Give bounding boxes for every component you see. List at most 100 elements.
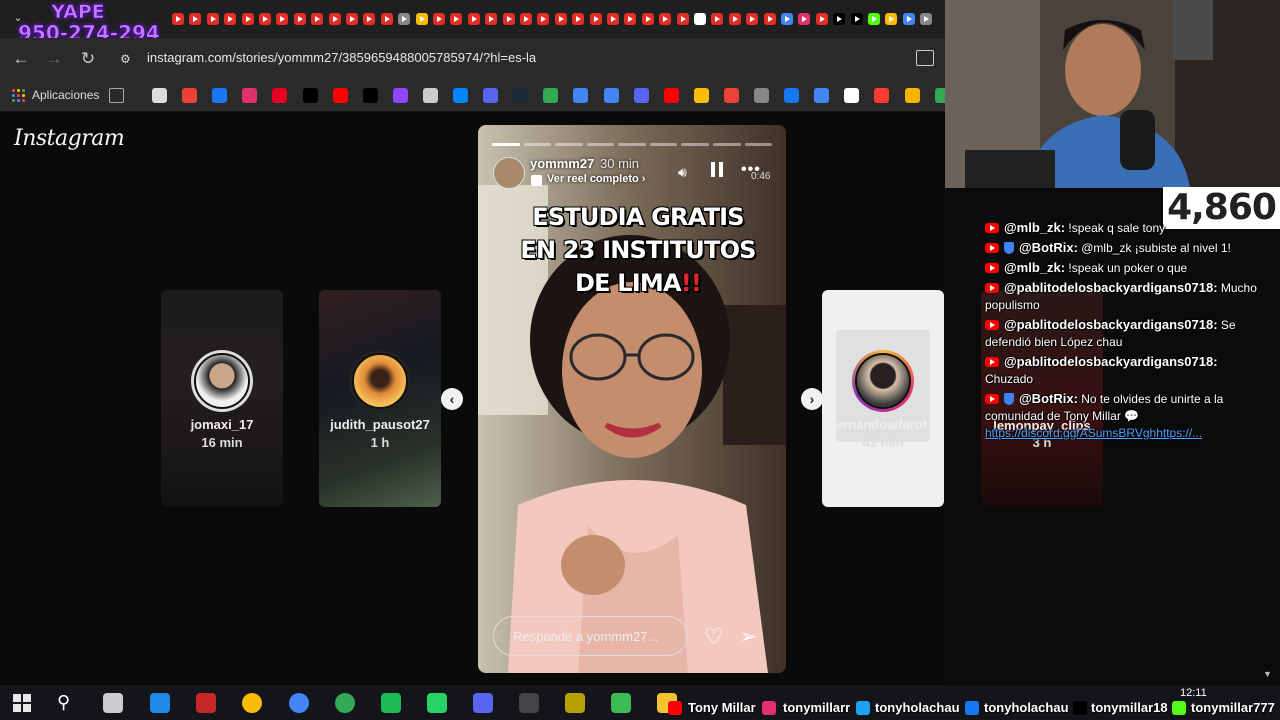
browser-tab[interactable] (833, 13, 846, 25)
browser-tab[interactable] (763, 13, 776, 25)
reload-icon[interactable]: ↻ (78, 49, 98, 69)
browser-tab[interactable] (554, 13, 567, 25)
browser-tab[interactable] (189, 13, 202, 25)
browser-tab[interactable] (728, 13, 741, 25)
browser-tab[interactable] (676, 13, 689, 25)
chrome-profile-icon[interactable] (335, 693, 355, 713)
obs-icon[interactable] (519, 693, 539, 713)
browser-tab[interactable] (398, 13, 411, 25)
bookmark-icon[interactable] (844, 88, 860, 103)
browser-tab[interactable] (172, 13, 184, 25)
browser-tab[interactable] (485, 13, 498, 25)
bookmark-icon[interactable] (874, 88, 890, 103)
browser-tab[interactable] (241, 13, 254, 25)
bookmark-icon[interactable] (272, 88, 288, 103)
browser-tab[interactable] (537, 13, 550, 25)
browser-tab[interactable] (415, 13, 428, 25)
browser-tab[interactable] (885, 13, 898, 25)
bookmark-icon[interactable] (513, 88, 529, 103)
site-info-icon[interactable]: ⚙ (120, 51, 136, 67)
previous-story-button[interactable]: ‹ (441, 388, 463, 410)
bookmark-icon[interactable] (633, 88, 649, 103)
browser-tab[interactable] (467, 13, 480, 25)
capture-app-icon[interactable] (196, 693, 216, 713)
bookmark-icon[interactable] (212, 88, 228, 103)
browser-tab[interactable] (206, 13, 219, 25)
bookmark-icon[interactable] (242, 88, 258, 103)
whatsapp-icon[interactable] (427, 693, 447, 713)
browser-tab[interactable] (346, 13, 358, 25)
bookmark-icon[interactable] (603, 88, 619, 103)
side-story-card-2[interactable]: judith_pausot27 1 h (319, 290, 441, 507)
browser-tab[interactable] (694, 13, 706, 25)
instagram-logo[interactable]: Instagram (14, 126, 125, 151)
task-view-icon[interactable] (103, 693, 123, 713)
apps-grid-icon[interactable] (12, 89, 25, 102)
browser-tab[interactable] (363, 13, 376, 25)
tab-groups-icon[interactable] (109, 88, 124, 103)
bookmark-icon[interactable] (754, 88, 769, 103)
app-icon[interactable] (565, 693, 585, 713)
bookmark-icon[interactable] (182, 88, 198, 103)
back-icon[interactable]: ← (11, 49, 31, 69)
browser-tab[interactable] (868, 13, 880, 25)
media-app-icon[interactable] (150, 693, 170, 713)
bookmark-icon[interactable] (422, 88, 438, 103)
bookmark-icon[interactable] (543, 88, 559, 103)
bookmark-icon[interactable] (392, 88, 408, 103)
bookmark-icon[interactable] (693, 88, 709, 103)
browser-tab[interactable] (380, 13, 393, 25)
bookmark-icon[interactable] (573, 88, 589, 103)
bookmark-icon[interactable] (663, 88, 679, 103)
view-full-reel-link[interactable]: Ver reel completo › (547, 173, 645, 185)
browser-tab[interactable] (781, 13, 793, 25)
bookmark-icon[interactable] (152, 88, 167, 103)
bookmark-icon[interactable] (453, 88, 468, 103)
bookmark-icon[interactable] (302, 88, 318, 103)
app-icon[interactable] (611, 693, 631, 713)
chrome-icon[interactable] (242, 693, 262, 713)
avatar[interactable] (493, 157, 525, 189)
browser-tab[interactable] (746, 13, 759, 25)
spotify-icon[interactable] (381, 693, 401, 713)
browser-tab[interactable] (572, 13, 585, 25)
browser-tab[interactable] (607, 13, 619, 25)
bookmark-icon[interactable] (784, 88, 800, 103)
next-story-button[interactable]: › (801, 388, 823, 410)
browser-tab[interactable] (311, 13, 324, 25)
chrome-profile-icon[interactable] (289, 693, 309, 713)
bookmark-icon[interactable] (904, 88, 920, 103)
browser-tab[interactable] (850, 13, 863, 25)
reply-placeholder[interactable]: Responde a yommm27... (513, 629, 658, 644)
scroll-down-icon[interactable]: ▼ (1263, 669, 1272, 679)
browser-tab[interactable] (502, 13, 515, 25)
browser-tab[interactable] (293, 13, 306, 25)
browser-tab[interactable] (450, 13, 463, 25)
browser-tab[interactable] (659, 13, 672, 25)
browser-tab[interactable] (815, 13, 828, 25)
reply-input[interactable]: Responde a yommm27... (493, 616, 688, 656)
browser-tab[interactable] (798, 13, 811, 25)
browser-tab[interactable] (902, 13, 915, 25)
start-icon[interactable] (13, 694, 31, 712)
apps-label[interactable]: Aplicaciones (32, 88, 99, 102)
install-app-icon[interactable] (916, 50, 934, 66)
browser-tab[interactable] (224, 13, 237, 25)
discord-icon[interactable] (473, 693, 493, 713)
side-story-card-1[interactable]: jomaxi_17 16 min (161, 290, 283, 507)
search-icon[interactable]: ⚲ (57, 692, 70, 713)
url-text[interactable]: instagram.com/stories/yommm27/3859659488… (147, 50, 536, 65)
browser-tab[interactable] (276, 13, 289, 25)
browser-tab[interactable] (520, 13, 532, 25)
browser-tab[interactable] (641, 13, 654, 25)
story-username[interactable]: yommm27 (530, 156, 594, 171)
browser-tab[interactable] (711, 13, 724, 25)
url-field[interactable]: ⚙ instagram.com/stories/yommm27/38596594… (112, 44, 938, 74)
browser-tab[interactable] (624, 13, 637, 25)
discord-link[interactable]: https://discord.gg/ASumsBRVghhttps://... (985, 425, 1260, 442)
forward-icon[interactable]: → (44, 49, 64, 69)
bookmark-icon[interactable] (814, 88, 830, 103)
browser-tab[interactable] (920, 13, 933, 25)
like-heart-icon[interactable]: ♡ (704, 624, 724, 650)
browser-tab[interactable] (328, 13, 341, 25)
